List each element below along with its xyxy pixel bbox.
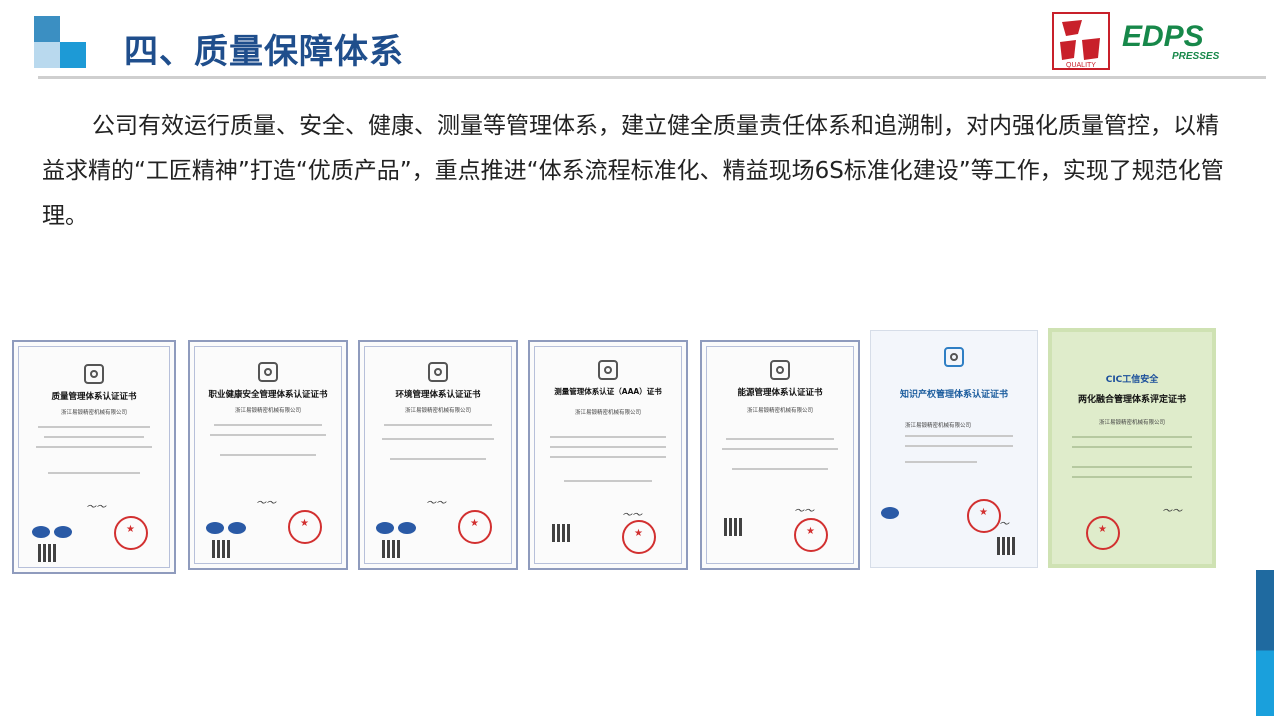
cert-seal-icon (288, 510, 322, 544)
edps-logo-subtext: PRESSES (1172, 51, 1220, 62)
cert-signature-icon: ～ (999, 519, 1009, 530)
cert-title: 知识产权管理体系认证证书 (899, 390, 1008, 400)
cert-qr-icon (724, 518, 742, 536)
corner-square-dark (34, 16, 60, 42)
cert-company: 浙江易锻精密机械有限公司 (746, 408, 813, 414)
cert-accreditation-icon (398, 522, 416, 534)
cert-company: 浙江易锻精密机械有限公司 (234, 408, 301, 414)
cert-emblem-icon (428, 362, 448, 382)
certificate-energy[interactable]: 能源管理体系认证证书 浙江易锻精密机械有限公司 ～～ (700, 340, 860, 570)
cert-signature-icon: ～～ (256, 498, 276, 509)
cert-text-line (722, 448, 838, 450)
cert-text-line (564, 480, 652, 482)
cert-company: 浙江易锻精密机械有限公司 (404, 408, 471, 414)
cert-text-line (1072, 476, 1192, 478)
cert-accreditation-icon (32, 526, 50, 538)
cert-text-line (36, 446, 152, 448)
cert-text-line (220, 454, 316, 456)
certificate-intellectual-property[interactable]: 知识产权管理体系认证证书 浙江易锻精密机械有限公司 ～ (870, 330, 1038, 568)
cert-qr-icon (38, 544, 56, 562)
cert-company: 浙江易锻精密机械有限公司 (905, 423, 972, 429)
cert-text-line (1072, 446, 1192, 448)
cert-qr-icon (997, 537, 1015, 555)
cert-title: 两化融合管理体系评定证书 (1077, 395, 1186, 405)
cert-signature-icon: ～～ (86, 502, 106, 513)
cert-text-line (38, 426, 150, 428)
cert-title: 测量管理体系认证（AAA）证书 (554, 387, 662, 396)
certificate-measurement[interactable]: 测量管理体系认证（AAA）证书 浙江易锻精密机械有限公司 ～～ (528, 340, 688, 570)
cert-company: 浙江易锻精密机械有限公司 (1098, 420, 1165, 426)
cert-text-line (48, 472, 140, 474)
cert-emblem-icon (258, 362, 278, 382)
page-title: 四、质量保障体系 (124, 32, 404, 72)
certificate-occupational-health[interactable]: 职业健康安全管理体系认证证书 浙江易锻精密机械有限公司 ～～ (188, 340, 348, 570)
cert-text-line (905, 461, 977, 463)
cert-text-line (550, 446, 666, 448)
certificate-integration[interactable]: CIC工信安全 两化融合管理体系评定证书 浙江易锻精密机械有限公司 ～～ (1048, 328, 1216, 568)
quality-logo: QUALITY (1052, 12, 1110, 70)
certificate-quality[interactable]: 质量管理体系认证证书 浙江易锻精密机械有限公司 ～～ (12, 340, 176, 574)
cert-seal-icon (622, 520, 656, 554)
cert-text-line (905, 435, 1013, 437)
cert-title: 能源管理体系认证证书 (737, 388, 823, 398)
cert-accreditation-icon (54, 526, 72, 538)
cert-text-line (726, 438, 834, 440)
cert-signature-icon: ～～ (426, 498, 446, 509)
cert-emblem-icon (598, 360, 618, 380)
cert-emblem-icon (944, 347, 964, 367)
edps-logo-text: EDPS (1122, 20, 1204, 53)
cert-text-line (214, 424, 322, 426)
cert-accreditation-icon (228, 522, 246, 534)
cert-title: 质量管理体系认证证书 (51, 392, 137, 402)
cert-emblem-icon (84, 364, 104, 384)
cert-text-line (1072, 466, 1192, 468)
intro-paragraph: 公司有效运行质量、安全、健康、测量等管理体系，建立健全质量责任体系和追溯制，对内… (42, 113, 1224, 229)
cert-seal-icon (1086, 516, 1120, 550)
cert-text-line (732, 468, 828, 470)
cert-emblem-icon (770, 360, 790, 380)
cert-brand: CIC工信安全 (1105, 375, 1159, 385)
corner-square-light (34, 42, 60, 68)
cert-text-line (550, 456, 666, 458)
quality-logo-text: QUALITY (1066, 62, 1096, 69)
cert-company: 浙江易锻精密机械有限公司 (60, 410, 127, 416)
side-accent-bar (1256, 570, 1274, 716)
cert-text-line (384, 424, 492, 426)
cert-text-line (44, 436, 144, 438)
cert-title: 职业健康安全管理体系认证证书 (208, 390, 328, 400)
cert-text-line (550, 436, 666, 438)
cert-text-line (1072, 436, 1192, 438)
cert-text-line (905, 445, 1013, 447)
cert-qr-icon (212, 540, 230, 558)
cert-seal-icon (967, 499, 1001, 533)
cert-signature-icon: ～～ (622, 510, 642, 521)
cert-signature-icon: ～～ (794, 506, 814, 517)
cert-accreditation-icon (206, 522, 224, 534)
corner-decoration (34, 16, 86, 68)
cert-text-line (382, 438, 494, 440)
cert-seal-icon (794, 518, 828, 552)
cert-accreditation-icon (881, 507, 899, 519)
cert-signature-icon: ～～ (1162, 506, 1182, 517)
cert-accreditation-icon (376, 522, 394, 534)
cert-title: 环境管理体系认证证书 (395, 390, 481, 400)
cert-seal-icon (114, 516, 148, 550)
certificate-environment[interactable]: 环境管理体系认证证书 浙江易锻精密机械有限公司 ～～ (358, 340, 518, 570)
edps-logo: EDPS PRESSES (1122, 20, 1220, 62)
cert-seal-icon (458, 510, 492, 544)
header-divider (38, 76, 1266, 79)
cert-qr-icon (382, 540, 400, 558)
certificate-gallery: 质量管理体系认证证书 浙江易锻精密机械有限公司 ～～ 职业健康安全管理体系认证证… (12, 326, 1222, 576)
cert-company: 浙江易锻精密机械有限公司 (574, 410, 641, 416)
cert-qr-icon (552, 524, 570, 542)
corner-square-blue (60, 42, 86, 68)
cert-text-line (210, 434, 326, 436)
cert-text-line (390, 458, 486, 460)
